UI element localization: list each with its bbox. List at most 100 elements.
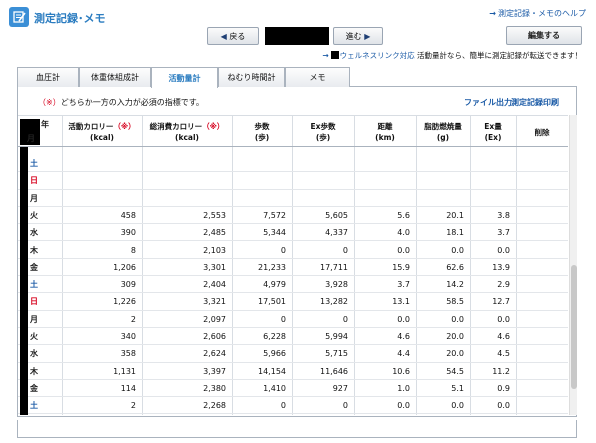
table-row[interactable]: 木 8 2,103 0 0 0.0 0.0 0.0	[18, 242, 568, 259]
cell-steps: 14,154	[258, 366, 286, 376]
cell-distance: 1.0	[397, 383, 410, 393]
redacted-day-numbers	[20, 147, 28, 415]
help-link[interactable]: → 測定記録・メモのヘルプ	[489, 8, 586, 19]
cell-total-calories: 3,301	[203, 262, 226, 272]
table-row[interactable]: 火 458 2,553 7,572 5,605 5.6 20.1 3.8	[18, 207, 568, 225]
cell-ex-steps: 5,994	[325, 332, 348, 341]
day-of-week: 木	[30, 245, 38, 255]
table-row[interactable]: 月 2 2,097 0 0 0.0 0.0 0.0	[18, 311, 568, 328]
cell-steps: 5,344	[263, 228, 286, 238]
required-note: （※）どちらか一方の入力が必須の指標です。	[38, 97, 204, 108]
back-button[interactable]: ◀ 戻る	[207, 27, 259, 45]
cell-active-calories: 2	[130, 314, 136, 324]
cell-ex-amount	[470, 190, 516, 207]
notice-link[interactable]: ウェルネスリンク対応	[340, 51, 415, 60]
day-of-week: 木	[30, 366, 38, 376]
print-records-link[interactable]: 測定記録印刷	[511, 97, 559, 108]
next-button[interactable]: 進む ▶	[333, 27, 383, 45]
page-title: 測定記録･メモ	[34, 12, 106, 25]
cell-total-calories	[142, 155, 232, 172]
cell-total-calories	[142, 172, 232, 189]
cell-steps: 17,501	[258, 297, 286, 307]
cell-ex-steps: 11,646	[320, 366, 348, 376]
cell-steps	[232, 190, 292, 207]
arrow-right-icon: →	[322, 51, 329, 60]
cell-steps: 6,228	[263, 332, 286, 341]
cell-fat-burned	[416, 190, 470, 207]
header-steps: 歩数 (歩)	[254, 122, 270, 142]
cell-steps: 5,966	[263, 349, 286, 359]
transfer-notice[interactable]: → ウェルネスリンク対応 活動量計なら、簡単に測定記録が転送できます！	[322, 50, 582, 61]
scrollbar-thumb[interactable]	[571, 265, 577, 389]
cell-steps: 4,979	[263, 280, 286, 290]
tab-memo[interactable]: メモ	[285, 67, 350, 87]
cell-distance: 4.0	[397, 228, 410, 238]
table-row[interactable]: 金 1,206 3,301 21,233 17,711 15.9 62.6 13.9	[18, 259, 568, 277]
cell-total-calories: 3,321	[203, 297, 226, 307]
tab-blood-pressure[interactable]: 血圧計	[17, 67, 79, 87]
cell-steps	[232, 155, 292, 172]
day-of-week: 月	[30, 193, 38, 203]
tab-activity-monitor[interactable]: 活動量計	[151, 67, 218, 88]
table-row[interactable]: 火 340 2,606 6,228 5,994 4.6 20.0 4.6	[18, 328, 568, 346]
cell-ex-steps: 0	[342, 314, 348, 324]
cell-ex-amount: 0.0	[497, 314, 510, 324]
table-row[interactable]: 日	[18, 172, 568, 190]
cell-ex-amount: 12.7	[492, 297, 510, 307]
cell-active-calories: 1,226	[113, 297, 136, 307]
cell-fat-burned	[416, 155, 470, 172]
cell-active-calories: 1,131	[113, 366, 136, 376]
cell-active-calories: 114	[120, 383, 136, 393]
table-header: 年 月 活動カロリー（※） (kcal) 総消費カロリー（※） (kcal) 歩…	[18, 115, 568, 147]
cell-total-calories: 2,553	[203, 210, 226, 220]
cell-ex-amount: 0.0	[497, 401, 510, 411]
triangle-right-icon: ▶	[364, 31, 371, 41]
cell-ex-amount: 4.6	[497, 332, 510, 341]
table-scrollbar[interactable]	[569, 115, 577, 415]
table-row[interactable]: 土 2 2,268 0 0 0.0 0.0 0.0	[18, 397, 568, 415]
cell-active-calories: 8	[130, 245, 136, 255]
help-link-label: 測定記録・メモのヘルプ	[498, 9, 586, 18]
cell-ex-amount: 3.7	[497, 228, 510, 238]
cell-active-calories: 309	[120, 280, 136, 290]
day-of-week: 日	[30, 176, 38, 186]
file-output-link[interactable]: ファイル出力	[464, 97, 512, 108]
cell-active-calories	[62, 190, 142, 207]
cell-active-calories: 358	[120, 349, 136, 359]
table-row[interactable]: 金 114 2,380 1,410 927 1.0 5.1 0.9	[18, 380, 568, 398]
cell-fat-burned: 62.6	[446, 262, 464, 272]
table-row[interactable]: 木 1,131 3,397 14,154 11,646 10.6 54.5 11.2	[18, 363, 568, 380]
day-of-week: 金	[30, 262, 38, 272]
cell-ex-amount: 2.9	[497, 280, 510, 290]
memo-app-icon	[9, 7, 29, 27]
header-ex-amount: Ex量 (Ex)	[484, 122, 502, 142]
tab-body-composition[interactable]: 体重体組成計	[79, 67, 151, 87]
table-row[interactable]: 土 309 2,404 4,979 3,928 3.7 14.2 2.9	[18, 276, 568, 294]
edit-button[interactable]: 編集する	[506, 26, 582, 45]
cell-ex-steps: 13,282	[320, 297, 348, 307]
day-of-week: 金	[30, 383, 38, 393]
cell-active-calories: 458	[120, 210, 136, 220]
cell-steps: 0	[280, 245, 286, 255]
cell-ex-steps: 927	[332, 383, 348, 393]
day-of-week: 土	[30, 401, 38, 411]
table-row[interactable]: 日 1,226 3,321 17,501 13,282 13.1 58.5 12.7	[18, 293, 568, 311]
cell-ex-steps: 17,711	[320, 262, 348, 272]
cell-fat-burned: 5.1	[451, 383, 464, 393]
header-fat-burned: 脂肪燃焼量 (g)	[424, 122, 462, 142]
cell-active-calories: 340	[120, 332, 136, 341]
table-row[interactable]: 土	[18, 155, 568, 173]
cell-distance	[354, 190, 416, 207]
cell-ex-amount: 13.9	[492, 262, 510, 272]
tab-sleep[interactable]: ねむり時間計	[218, 67, 285, 87]
cell-distance: 4.6	[397, 332, 410, 341]
cell-ex-steps: 0	[342, 401, 348, 411]
cell-total-calories: 2,097	[203, 314, 226, 324]
header-distance: 距離 (km)	[375, 122, 395, 142]
table-row[interactable]: 水 358 2,624 5,966 5,715 4.4 20.0 4.5	[18, 345, 568, 363]
table-row[interactable]: 水 390 2,485 5,344 4,337 4.0 18.1 3.7	[18, 224, 568, 242]
table-row[interactable]: 月	[18, 190, 568, 207]
month-label: 月	[27, 134, 35, 143]
back-button-label: 戻る	[229, 31, 246, 41]
header-delete: 削除	[534, 127, 550, 137]
